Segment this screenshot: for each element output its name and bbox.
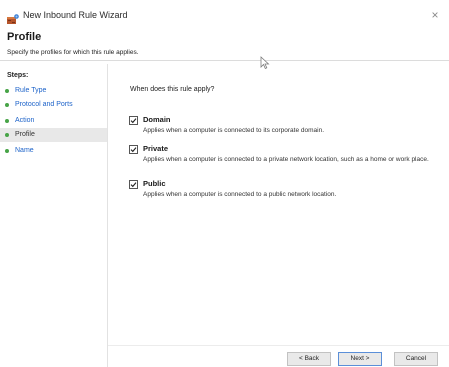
step-dot-icon	[5, 133, 9, 137]
step-label: Profile	[15, 131, 35, 138]
steps-heading: Steps:	[7, 72, 29, 79]
public-description: Applies when a computer is connected to …	[143, 191, 337, 198]
private-label: Private	[143, 144, 169, 153]
title-bar: New Inbound Rule Wizard ×	[0, 0, 449, 28]
step-dot-icon	[5, 149, 9, 153]
page-title: Profile	[7, 31, 42, 43]
checkmark-icon	[130, 182, 137, 188]
checkmark-icon	[130, 118, 137, 124]
window-title: New Inbound Rule Wizard	[23, 10, 128, 20]
step-label: Name	[15, 147, 34, 154]
step-label: Protocol and Ports	[15, 101, 73, 108]
checkmark-icon	[130, 147, 137, 153]
step-rule-type[interactable]: Rule Type	[0, 84, 107, 98]
page-subtitle: Specify the profiles for which this rule…	[7, 49, 139, 56]
step-protocol-and-ports[interactable]: Protocol and Ports	[0, 98, 107, 112]
question-text: When does this rule apply?	[130, 86, 215, 93]
step-dot-icon	[5, 119, 9, 123]
private-checkbox[interactable]	[129, 145, 138, 154]
domain-description: Applies when a computer is connected to …	[143, 127, 325, 134]
step-action[interactable]: Action	[0, 114, 107, 128]
public-label: Public	[143, 179, 166, 188]
domain-checkbox[interactable]	[129, 116, 138, 125]
cancel-button[interactable]: Cancel	[394, 352, 438, 366]
step-label: Action	[15, 117, 35, 124]
step-dot-icon	[5, 103, 9, 107]
panel-divider	[107, 64, 108, 367]
step-label: Rule Type	[15, 87, 47, 94]
steps-panel: Steps: Rule Type Protocol and Ports Acti…	[0, 64, 107, 367]
private-description: Applies when a computer is connected to …	[143, 156, 429, 163]
header-divider	[0, 60, 449, 61]
close-button[interactable]: ×	[427, 7, 443, 23]
next-button[interactable]: Next >	[338, 352, 382, 366]
domain-label: Domain	[143, 115, 171, 124]
step-profile[interactable]: Profile	[0, 128, 107, 142]
mouse-pointer-icon	[260, 56, 270, 70]
back-button[interactable]: < Back	[287, 352, 331, 366]
firewall-icon	[7, 11, 19, 24]
public-checkbox[interactable]	[129, 180, 138, 189]
step-name[interactable]: Name	[0, 144, 107, 158]
footer-divider	[108, 345, 449, 346]
step-dot-icon	[5, 89, 9, 93]
